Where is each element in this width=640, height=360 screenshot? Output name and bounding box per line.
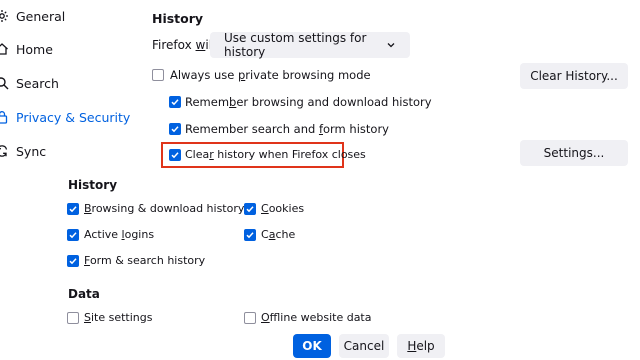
sidebar-item-label: General xyxy=(16,8,66,24)
form-search-checkbox[interactable] xyxy=(67,255,79,267)
remember-search-label: Remember search and form history xyxy=(185,122,389,136)
dialog-history-title: History xyxy=(68,178,118,192)
cookies-checkbox[interactable] xyxy=(244,203,256,215)
checkmark-icon xyxy=(171,152,179,159)
label-part: ffline website data xyxy=(269,311,372,324)
private-mode-checkbox[interactable] xyxy=(152,69,164,81)
checkmark-icon xyxy=(171,126,179,133)
label-accesskey: C xyxy=(261,202,269,215)
sidebar-item-general[interactable]: General xyxy=(0,5,65,27)
active-logins-label: Active logins xyxy=(84,228,154,241)
label-part: orm history xyxy=(323,122,389,136)
firefox-will-accesskey: w xyxy=(195,38,206,52)
form-search-label: Form & search history xyxy=(84,254,205,267)
checkmark-icon xyxy=(171,99,179,106)
clear-on-close-label: Clear history when Firefox closes xyxy=(185,148,366,161)
active-logins-checkbox[interactable] xyxy=(67,229,79,241)
ok-button[interactable]: OK xyxy=(293,334,331,358)
label-accesskey: B xyxy=(84,202,92,215)
label-part: Remember search and xyxy=(185,122,319,136)
label-part: ite settings xyxy=(90,311,153,324)
history-mode-value: Use custom settings for history xyxy=(224,31,367,59)
sidebar-item-home[interactable]: Home xyxy=(0,38,53,60)
label-part: rivate browsing mode xyxy=(245,68,371,82)
sidebar-item-search[interactable]: Search xyxy=(0,72,59,94)
remember-search-checkbox[interactable] xyxy=(169,123,181,135)
sidebar-item-label: Search xyxy=(16,75,59,91)
help-button[interactable]: Help xyxy=(397,334,445,358)
cookies-label: Cookies xyxy=(261,202,304,215)
label-part: history when Firefox closes xyxy=(213,148,366,161)
label-part: er browsing and download history xyxy=(236,95,432,109)
label-accesskey: S xyxy=(84,311,91,324)
browsing-download-label: Browsing & download history xyxy=(84,202,244,215)
dialog-data-title: Data xyxy=(68,287,100,301)
checkmark-icon xyxy=(246,232,254,239)
sync-icon xyxy=(0,145,8,157)
offline-data-checkbox[interactable] xyxy=(244,312,256,324)
label-part: che xyxy=(275,228,296,241)
lock-icon xyxy=(0,111,8,124)
cache-label: Cache xyxy=(261,228,295,241)
site-settings-label: Site settings xyxy=(84,311,152,324)
checkmark-icon xyxy=(69,206,77,213)
site-settings-checkbox[interactable] xyxy=(67,312,79,324)
sidebar-item-label: Home xyxy=(16,41,53,57)
checkmark-icon xyxy=(246,206,254,213)
home-icon xyxy=(0,43,8,55)
remember-browsing-checkbox[interactable] xyxy=(169,96,181,108)
cancel-button[interactable]: Cancel xyxy=(339,334,389,358)
label-part: Always use xyxy=(170,68,238,82)
checkmark-icon xyxy=(69,258,77,265)
help-label-rest: elp xyxy=(416,339,435,353)
history-section-title: History xyxy=(152,11,204,26)
label-part: Active xyxy=(84,228,122,241)
label-accesskey: O xyxy=(261,311,270,324)
private-mode-label: Always use private browsing mode xyxy=(170,68,371,82)
sidebar-item-label: Privacy & Security xyxy=(16,109,131,125)
offline-data-label: Offline website data xyxy=(261,311,372,324)
firefox-will-label: Firefox will xyxy=(152,38,215,52)
sidebar-item-sync[interactable]: Sync xyxy=(0,140,46,162)
label-part: orm & search history xyxy=(89,254,206,267)
firefox-will-prefix: Firefox xyxy=(152,38,196,52)
sidebar-item-privacy-security[interactable]: Privacy & Security xyxy=(0,106,130,128)
chevron-down-icon xyxy=(387,43,395,48)
cache-checkbox[interactable] xyxy=(244,229,256,241)
checkmark-icon xyxy=(69,232,77,239)
label-part: ookies xyxy=(268,202,305,215)
label-part: rowsing & download history xyxy=(91,202,245,215)
clear-on-close-checkbox[interactable] xyxy=(169,149,181,161)
label-part: C xyxy=(261,228,269,241)
history-settings-button[interactable]: Settings... xyxy=(520,140,628,166)
help-accesskey: H xyxy=(407,339,417,353)
search-icon xyxy=(0,77,9,90)
gear-icon xyxy=(0,10,8,22)
label-part: ogins xyxy=(124,228,155,241)
label-part: Clea xyxy=(185,148,210,161)
browsing-download-checkbox[interactable] xyxy=(67,203,79,215)
history-mode-select[interactable]: Use custom settings for history xyxy=(210,31,410,59)
remember-browsing-label: Remember browsing and download history xyxy=(185,95,432,109)
sidebar-item-label: Sync xyxy=(16,143,47,159)
clear-history-button[interactable]: Clear History... xyxy=(520,63,628,89)
label-part: Remem xyxy=(185,95,230,109)
